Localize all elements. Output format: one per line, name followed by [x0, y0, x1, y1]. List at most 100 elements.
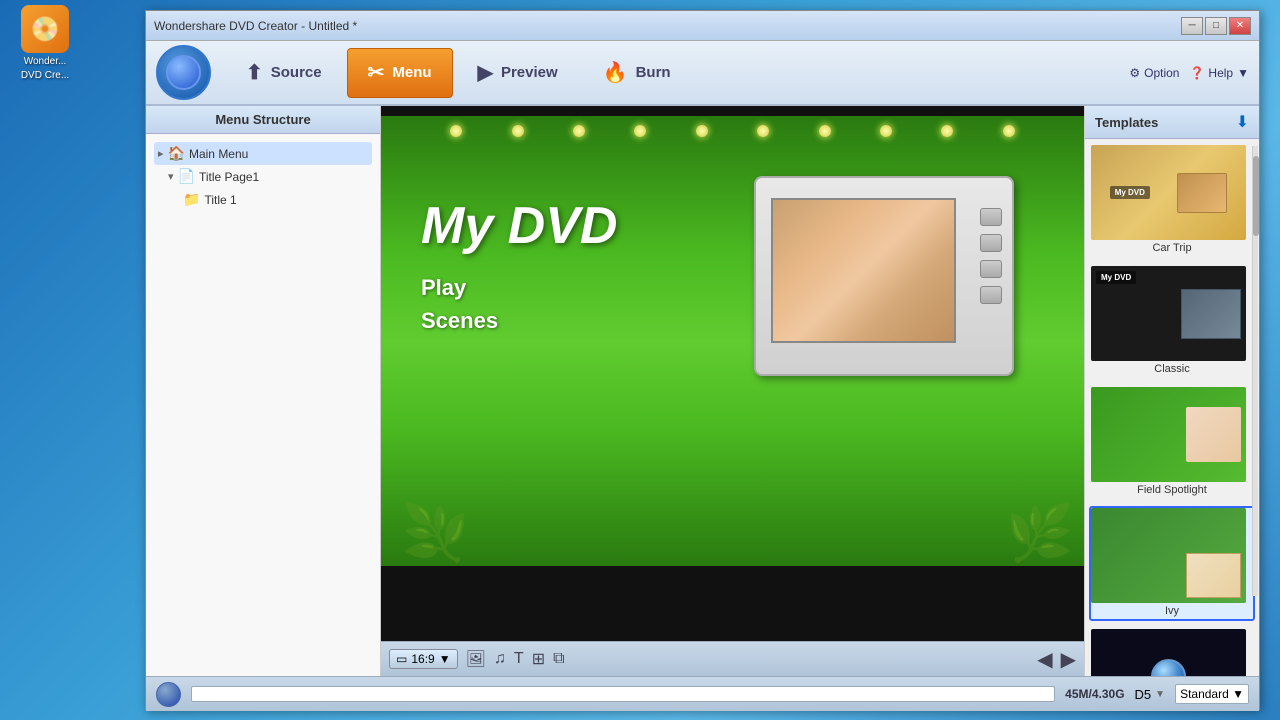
stage-lights	[381, 116, 1084, 146]
main-area: Menu Structure ▸ 🏠 Main Menu ▾ 📄 Title P…	[146, 106, 1259, 676]
disc-type-value: D5	[1135, 687, 1152, 702]
disc-select-arrow: ▼	[1155, 689, 1165, 700]
template-car-trip-name: Car Trip	[1091, 240, 1253, 256]
burn-tab[interactable]: 🔥 Burn	[583, 48, 691, 98]
light-3	[573, 125, 585, 137]
field-photo	[1186, 407, 1241, 462]
menu-icon: ✂	[368, 60, 385, 85]
screen-icon: ▭	[396, 652, 407, 666]
minimize-button[interactable]: ─	[1181, 17, 1203, 35]
layout-icon[interactable]: ⧉	[553, 650, 564, 668]
text-icon[interactable]: T	[514, 650, 524, 668]
tree-area: ▸ 🏠 Main Menu ▾ 📄 Title Page1 📁 Title 1	[146, 134, 380, 676]
preview-tab[interactable]: ▶ Preview	[458, 48, 578, 98]
source-tab[interactable]: ⬆ Source	[226, 48, 342, 98]
close-button[interactable]: ✕	[1229, 17, 1251, 35]
window-title: Wondershare DVD Creator - Untitled *	[154, 19, 1181, 33]
menu-items: Play Scenes	[421, 271, 617, 337]
burn-label: Burn	[636, 64, 671, 81]
tree-arrow-main: ▸	[158, 147, 164, 160]
option-button[interactable]: ⚙ Option	[1129, 66, 1179, 80]
tree-item-title1[interactable]: 📁 Title 1	[179, 188, 372, 211]
preview-text-area: My DVD Play Scenes	[421, 196, 617, 337]
aspect-ratio-button[interactable]: ▭ 16:9 ▼	[389, 649, 458, 669]
player-btn-3	[980, 260, 1002, 278]
preview-icon: ▶	[478, 60, 493, 85]
dvd-title: My DVD	[421, 196, 617, 256]
preview-bottom-bar	[381, 566, 1084, 641]
quality-value: Standard	[1180, 687, 1229, 701]
player-controls	[980, 208, 1002, 304]
vine-right: 🌿	[1006, 501, 1074, 566]
toolbar: ⬆ Source ✂ Menu ▶ Preview 🔥 Burn ⚙ Optio…	[146, 41, 1259, 106]
preview-label: Preview	[501, 64, 558, 81]
player-btn-1	[980, 208, 1002, 226]
template-dark[interactable]: Dark	[1089, 627, 1255, 676]
templates-list: My DVD Car Trip My DVD Classic	[1085, 139, 1259, 676]
storage-info: 45M/4.30G	[1065, 687, 1124, 701]
menu-scenes: Scenes	[421, 304, 617, 337]
help-arrow-icon: ▼	[1237, 66, 1249, 80]
light-6	[757, 125, 769, 137]
prev-arrow[interactable]: ◀	[1037, 647, 1052, 672]
source-icon: ⬆	[246, 60, 263, 85]
classic-photo	[1181, 289, 1241, 339]
light-5	[696, 125, 708, 137]
quality-arrow-icon: ▼	[1232, 687, 1244, 701]
restore-button[interactable]: □	[1205, 17, 1227, 35]
edit-icon[interactable]: 🖼	[466, 649, 486, 669]
templates-header: Templates ⬇	[1085, 106, 1259, 139]
templates-title: Templates	[1095, 115, 1236, 130]
menu-tab[interactable]: ✂ Menu	[347, 48, 453, 98]
grid-icon[interactable]: ⊞	[532, 649, 545, 669]
menu-play: Play	[421, 271, 617, 304]
light-8	[880, 125, 892, 137]
dark-disc	[1151, 659, 1186, 676]
dvd-player-graphic	[754, 176, 1034, 396]
main-menu-label: Main Menu	[189, 147, 248, 161]
toolbar-right: ⚙ Option ❓ Help ▼	[1129, 66, 1249, 80]
quality-select[interactable]: Standard ▼	[1175, 684, 1249, 704]
tree-item-main-menu[interactable]: ▸ 🏠 Main Menu	[154, 142, 372, 165]
tree-expand-icon: ▾	[168, 170, 174, 183]
vine-left: 🌿	[401, 501, 469, 566]
car-trip-photo	[1177, 173, 1227, 213]
help-icon: ❓	[1189, 66, 1204, 80]
house-icon: 🏠	[168, 145, 185, 162]
burn-icon: 🔥	[603, 60, 628, 85]
next-arrow[interactable]: ▶	[1061, 647, 1076, 672]
tree-item-title-page1[interactable]: ▾ 📄 Title Page1	[164, 165, 372, 188]
light-7	[819, 125, 831, 137]
player-screen-content	[773, 200, 954, 341]
template-classic-name: Classic	[1091, 361, 1253, 377]
template-ivy[interactable]: Ivy	[1089, 506, 1255, 621]
logo-button[interactable]	[156, 45, 211, 100]
template-field-spotlight[interactable]: Field Spotlight	[1089, 385, 1255, 500]
template-ivy-name: Ivy	[1091, 603, 1253, 619]
template-classic[interactable]: My DVD Classic	[1089, 264, 1255, 379]
light-4	[634, 125, 646, 137]
template-field-thumb	[1091, 387, 1246, 482]
tmpl-badge-car: My DVD	[1110, 186, 1150, 199]
right-panel: Templates ⬇ My DVD Car Trip My DVD	[1084, 106, 1259, 676]
download-button[interactable]: ⬇	[1236, 112, 1249, 132]
desktop-icon-dvd-creator[interactable]: 📀 Wonder... DVD Cre...	[10, 5, 80, 81]
progress-bar	[191, 686, 1055, 702]
aspect-ratio-label: 16:9	[411, 652, 434, 666]
template-classic-thumb: My DVD	[1091, 266, 1246, 361]
desktop-icon-label1: Wonder...	[24, 56, 67, 67]
help-button[interactable]: ❓ Help ▼	[1189, 66, 1249, 80]
template-car-trip-thumb: My DVD	[1091, 145, 1246, 240]
template-ivy-thumb	[1091, 508, 1246, 603]
window-controls: ─ □ ✕	[1181, 17, 1251, 35]
music-icon[interactable]: ♫	[494, 650, 506, 668]
help-label: Help	[1208, 66, 1233, 80]
gear-icon: ⚙	[1129, 66, 1140, 80]
templates-scrollbar-thumb[interactable]	[1253, 156, 1259, 236]
template-car-trip[interactable]: My DVD Car Trip	[1089, 143, 1255, 258]
status-logo	[156, 682, 181, 707]
left-panel: Menu Structure ▸ 🏠 Main Menu ▾ 📄 Title P…	[146, 106, 381, 676]
title-bar: Wondershare DVD Creator - Untitled * ─ □…	[146, 11, 1259, 41]
player-btn-2	[980, 234, 1002, 252]
disc-type-select[interactable]: D5 ▼	[1135, 687, 1166, 702]
